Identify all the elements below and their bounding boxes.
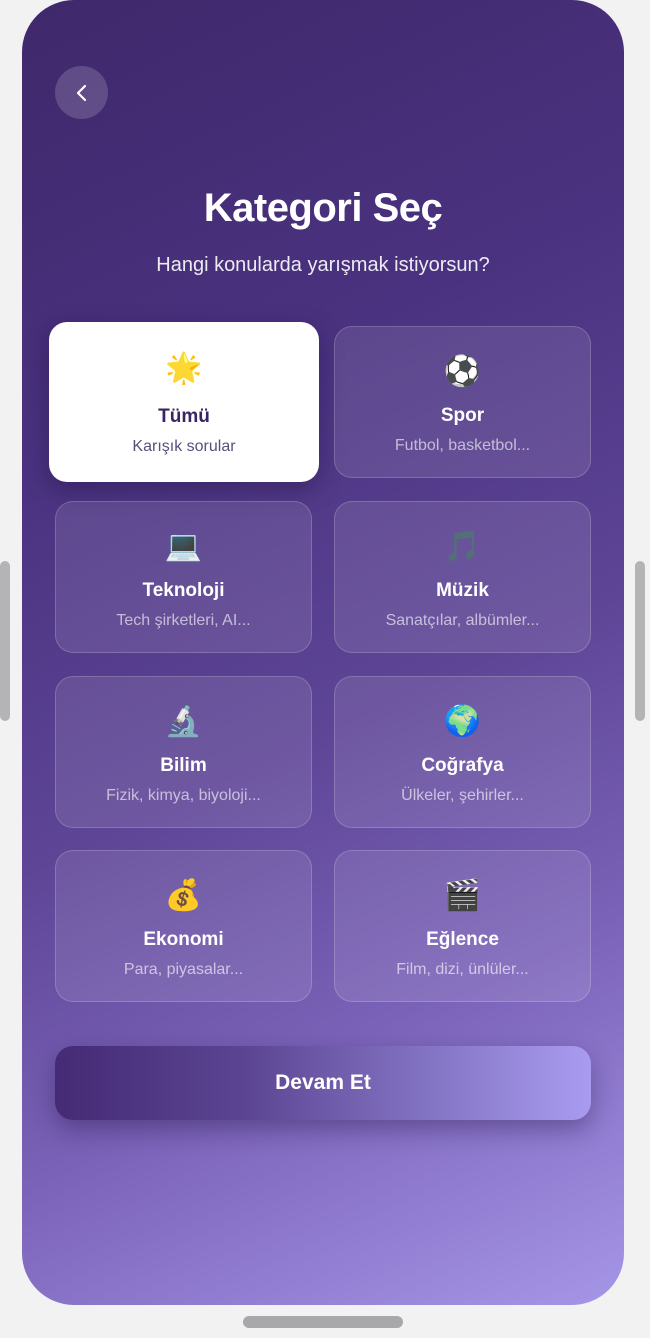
category-name: Spor [440, 405, 485, 426]
category-name: Müzik [436, 580, 489, 601]
star-icon: 🌟 [165, 352, 203, 385]
category-description: Film, dizi, ünlüler... [396, 961, 529, 978]
home-indicator[interactable] [243, 1316, 403, 1328]
category-description: Karışık sorular [132, 438, 236, 455]
page-subtitle: Hangi konularda yarışmak istiyorsun? [156, 254, 490, 276]
category-card-technology[interactable]: 💻 Teknoloji Tech şirketleri, AI... [55, 501, 312, 653]
category-card-music[interactable]: 🎵 Müzik Sanatçılar, albümler... [334, 501, 591, 653]
phone-screen: Kategori Seç Hangi konularda yarışmak is… [22, 0, 624, 1305]
category-description: Sanatçılar, albümler... [385, 612, 540, 629]
back-button[interactable] [55, 66, 108, 119]
category-card-all[interactable]: 🌟 Tümü Karışık sorular [49, 322, 319, 482]
page-title: Kategori Seç [203, 186, 443, 230]
category-description: Fizik, kimya, biyoloji... [106, 787, 261, 804]
category-card-entertainment[interactable]: 🎬 Eğlence Film, dizi, ünlüler... [334, 850, 591, 1002]
continue-button[interactable]: Devam Et [55, 1046, 591, 1120]
chevron-left-icon [76, 84, 86, 101]
laptop-icon: 💻 [164, 530, 203, 563]
side-button-right [635, 561, 645, 721]
clapper-board-icon: 🎬 [443, 879, 482, 912]
microscope-icon: 🔬 [164, 705, 203, 738]
soccer-ball-icon: ⚽ [443, 355, 482, 388]
side-button-left [0, 561, 10, 721]
category-card-sports[interactable]: ⚽ Spor Futbol, basketbol... [334, 326, 591, 478]
category-card-economy[interactable]: 💰 Ekonomi Para, piyasalar... [55, 850, 312, 1002]
category-name: Bilim [160, 755, 207, 776]
category-name: Tümü [158, 406, 210, 427]
music-note-icon: 🎵 [443, 530, 482, 563]
category-description: Tech şirketleri, AI... [116, 612, 251, 629]
category-description: Para, piyasalar... [123, 961, 244, 978]
category-card-geography[interactable]: 🌍 Coğrafya Ülkeler, şehirler... [334, 676, 591, 828]
category-name: Coğrafya [421, 755, 504, 776]
category-description: Ülkeler, şehirler... [401, 787, 524, 804]
category-description: Futbol, basketbol... [394, 437, 531, 454]
globe-icon: 🌍 [443, 705, 482, 738]
money-bag-icon: 💰 [164, 879, 203, 912]
category-name: Ekonomi [143, 929, 224, 950]
category-name: Eğlence [426, 929, 499, 950]
category-card-science[interactable]: 🔬 Bilim Fizik, kimya, biyoloji... [55, 676, 312, 828]
category-name: Teknoloji [142, 580, 225, 601]
